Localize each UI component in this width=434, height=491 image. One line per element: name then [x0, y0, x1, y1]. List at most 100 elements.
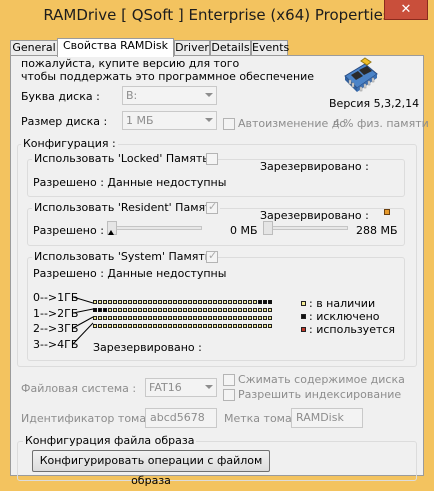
- drive-letter-value: B:: [126, 89, 138, 102]
- memory-map-cell: [158, 324, 162, 328]
- memory-map-cell: [218, 324, 222, 328]
- volume-label-input[interactable]: RAMDisk: [291, 408, 363, 428]
- memory-map-cell: [123, 324, 127, 328]
- resident-reserved-slider[interactable]: [263, 221, 348, 237]
- resident-memory-checkbox[interactable]: [206, 200, 218, 214]
- auto-resize-suffix: % физ. памяти: [343, 117, 429, 130]
- resident-reserved-value: 0 МБ: [230, 224, 258, 237]
- range-label-0-1gb: 0-->1ГБ: [33, 291, 79, 304]
- tab-driver[interactable]: Driver: [174, 40, 210, 56]
- memory-map-cell: [258, 324, 262, 328]
- memory-map-cell: [128, 324, 132, 328]
- notice-line-2: чтобы поддержать это программное обеспеч…: [21, 70, 315, 83]
- auto-resize-percent: 4: [333, 117, 340, 130]
- memory-map-cell: [143, 324, 147, 328]
- tab-ramdisk-properties[interactable]: Свойства RAMDisk: [57, 38, 174, 57]
- version-label: Версия 5,3,2,14: [329, 97, 420, 110]
- memory-map-cell: [98, 324, 102, 328]
- system-memory-checkbox[interactable]: [206, 249, 218, 263]
- locked-memory-label: Использовать 'Locked' Память: [32, 152, 211, 165]
- tab-events[interactable]: Events: [251, 40, 289, 56]
- memory-map-row-4: [93, 322, 273, 330]
- drive-letter-select[interactable]: B:: [122, 86, 217, 105]
- memory-map-cell: [248, 324, 252, 328]
- memory-map-cell: [153, 324, 157, 328]
- memory-map-cell: [93, 324, 97, 328]
- compress-checkbox[interactable]: [223, 374, 235, 386]
- resident-allowed-slider[interactable]: [107, 221, 202, 237]
- system-memory-label: Использовать 'System' Память: [32, 250, 214, 263]
- memory-map-cell: [163, 324, 167, 328]
- memory-map-cell: [188, 324, 192, 328]
- properties-window: RAMDrive [ QSoft ] Enterprise (x64) Prop…: [0, 0, 434, 487]
- filesystem-select[interactable]: FAT16: [145, 378, 217, 397]
- indexing-checkbox[interactable]: [223, 389, 235, 401]
- memory-map-cell: [168, 324, 172, 328]
- memory-map-cell: [213, 324, 217, 328]
- memory-map: [93, 298, 273, 330]
- window-title: RAMDrive [ QSoft ] Enterprise (x64) Prop…: [43, 6, 391, 24]
- disk-size-label: Размер диска :: [21, 115, 108, 128]
- filesystem-value: FAT16: [149, 381, 182, 394]
- memory-map-cell: [268, 324, 272, 328]
- resident-status-indicator: [384, 209, 390, 215]
- legend-used-swatch: [301, 327, 306, 332]
- memory-map-cell: [203, 324, 207, 328]
- configure-image-button[interactable]: Конфигурировать операции с файлом образа: [32, 450, 270, 487]
- slider-marker: [108, 230, 114, 235]
- resident-reserved-thumb[interactable]: [263, 221, 273, 235]
- range-label-2-3gb: 2-->3ГБ: [33, 322, 79, 335]
- legend-excluded-swatch: [301, 314, 306, 319]
- drive-letter-label: Буква диска :: [21, 90, 100, 103]
- memory-map-cell: [108, 324, 112, 328]
- disk-size-value: 1 МБ: [126, 114, 154, 127]
- volume-id-label: Идентификатор тома :: [21, 412, 154, 425]
- auto-resize-checkbox[interactable]: [223, 118, 235, 130]
- title-bar[interactable]: RAMDrive [ QSoft ] Enterprise (x64) Prop…: [0, 0, 434, 32]
- memory-map-cell: [178, 324, 182, 328]
- configuration-group-label: Конфигурация :: [21, 137, 118, 150]
- locked-reserved-label: Зарезервировано :: [260, 160, 369, 173]
- resident-allowed-label: Разрешено :: [33, 224, 104, 237]
- chevron-down-icon: [205, 118, 213, 122]
- memory-map-cell: [223, 324, 227, 328]
- locked-allowed-label: Разрешено : Данные недоступны: [33, 176, 227, 189]
- notice-line-1: пожалуйста, купите версию для того: [21, 57, 240, 70]
- volume-id-input[interactable]: abcd5678: [145, 408, 217, 428]
- memory-map-cell: [113, 324, 117, 328]
- memory-map-cell: [243, 324, 247, 328]
- legend-available-label: : в наличии: [309, 297, 376, 310]
- memory-map-cell: [198, 324, 202, 328]
- legend-used-label: : используется: [309, 323, 396, 336]
- indexing-label: Разрешить индексирование: [238, 388, 402, 401]
- range-label-3-4gb: 3-->4ГБ: [33, 338, 79, 351]
- system-reserved-label: Зарезервировано :: [93, 341, 202, 354]
- memory-map-cell: [228, 324, 232, 328]
- locked-memory-checkbox[interactable]: [206, 153, 218, 165]
- memory-map-cell: [138, 324, 142, 328]
- memory-map-cell: [263, 324, 267, 328]
- disk-size-select[interactable]: 1 МБ: [122, 111, 217, 130]
- resident-memory-label: Использовать 'Resident' Память: [32, 201, 221, 214]
- tab-general[interactable]: General: [10, 40, 58, 56]
- memory-map-cell: [133, 324, 137, 328]
- compress-label: Сжимать содержимое диска: [238, 373, 405, 386]
- memory-map-cell: [173, 324, 177, 328]
- memory-map-cell: [193, 324, 197, 328]
- filesystem-label: Файловая система :: [21, 382, 137, 395]
- ramdisk-properties-panel: пожалуйста, купите версию для того чтобы…: [10, 55, 429, 487]
- memory-map-cell: [253, 324, 257, 328]
- system-allowed-label: Разрешено : Данные недоступны: [33, 267, 227, 280]
- close-button[interactable]: ✕: [384, 0, 428, 20]
- resident-reserved-track: [263, 226, 348, 230]
- volume-label-label: Метка тома :: [224, 412, 299, 425]
- resident-max-value: 288 МБ: [356, 224, 398, 237]
- legend-available-swatch: [301, 301, 306, 306]
- memory-map-cell: [238, 324, 242, 328]
- range-label-1-2gb: 1-->2ГБ: [33, 307, 79, 320]
- tab-details[interactable]: Details: [210, 40, 251, 56]
- memory-map-cell: [148, 324, 152, 328]
- legend-excluded-label: : исключено: [309, 310, 380, 323]
- auto-resize-label: Автоизменение до: [238, 117, 347, 130]
- resident-allowed-track: [107, 226, 202, 230]
